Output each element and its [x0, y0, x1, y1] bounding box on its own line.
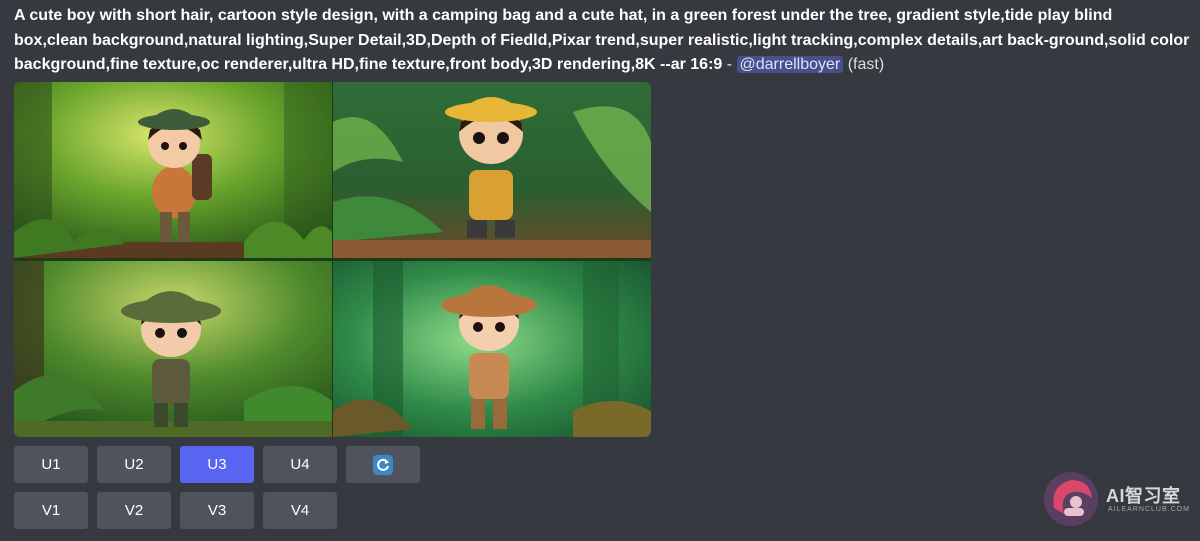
reroll-button[interactable]	[346, 446, 420, 483]
variation-button-3[interactable]: V3	[180, 492, 254, 529]
image-1-illustration	[14, 82, 332, 258]
image-tile-1[interactable]	[14, 82, 332, 258]
variation-button-1[interactable]: V1	[14, 492, 88, 529]
user-mention[interactable]: @darrellboyer	[736, 56, 844, 73]
watermark-brand: AI智习室	[1106, 486, 1181, 506]
upscale-button-4[interactable]: U4	[263, 446, 337, 483]
prompt-body: A cute boy with short hair, cartoon styl…	[14, 7, 1190, 73]
watermark: AI智习室 AILEARNCLUB.COM	[1040, 468, 1190, 530]
upscale-button-2[interactable]: U2	[97, 446, 171, 483]
watermark-logo-icon	[1044, 472, 1098, 526]
watermark-sub: AILEARNCLUB.COM	[1108, 506, 1190, 513]
action-buttons: U1 U2 U3 U4 V1 V2 V3 V4	[14, 446, 420, 538]
image-tile-3[interactable]	[14, 261, 332, 437]
image-tile-4[interactable]	[333, 261, 651, 437]
variation-button-2[interactable]: V2	[97, 492, 171, 529]
message: A cute boy with short hair, cartoon styl…	[14, 4, 1190, 78]
upscale-row: U1 U2 U3 U4	[14, 446, 420, 483]
refresh-icon	[373, 454, 393, 475]
image-2-illustration	[333, 82, 651, 258]
variation-button-4[interactable]: V4	[263, 492, 337, 529]
generation-mode: (fast)	[843, 56, 885, 73]
variation-row: V1 V2 V3 V4	[14, 492, 420, 529]
prompt-separator: -	[722, 56, 737, 73]
prompt-text: A cute boy with short hair, cartoon styl…	[14, 4, 1190, 78]
image-grid[interactable]	[14, 82, 651, 437]
image-4-illustration	[333, 261, 651, 437]
upscale-button-1[interactable]: U1	[14, 446, 88, 483]
image-3-illustration	[14, 261, 332, 437]
image-tile-2[interactable]	[333, 82, 651, 258]
upscale-button-3[interactable]: U3	[180, 446, 254, 483]
